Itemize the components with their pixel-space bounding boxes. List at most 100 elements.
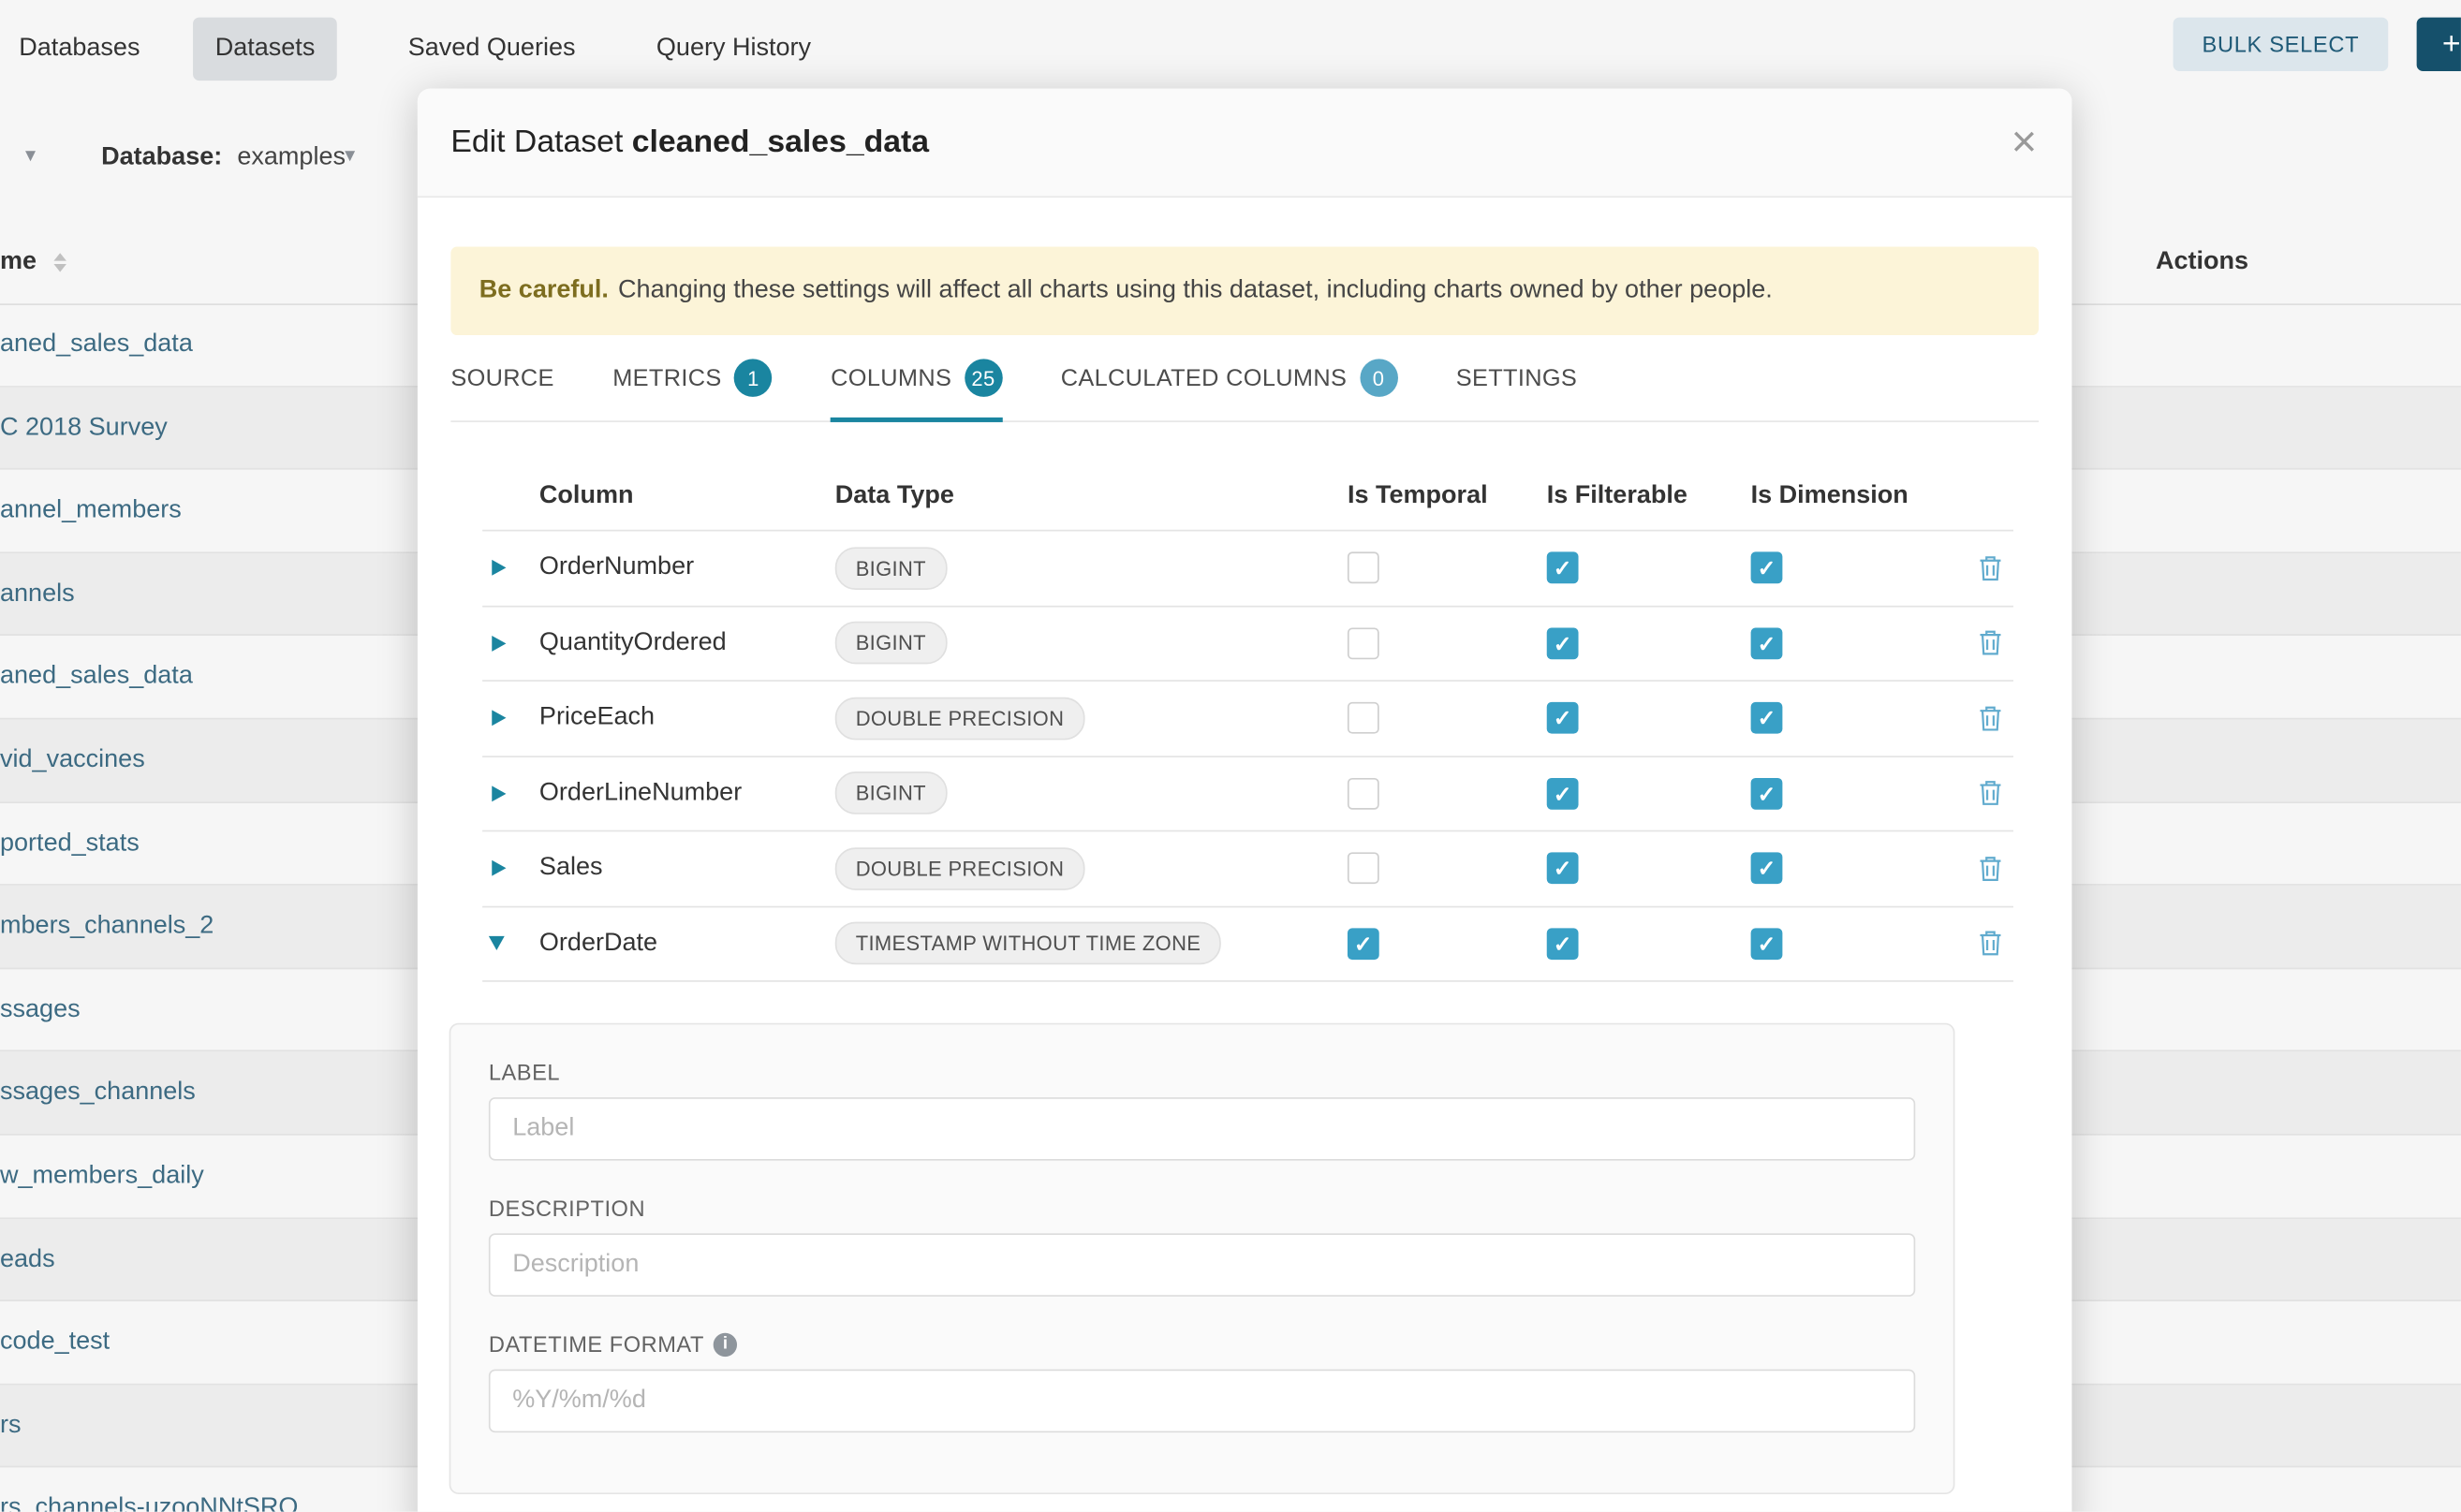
nav-saved-queries[interactable]: Saved Queries <box>408 35 576 63</box>
dataset-link[interactable]: w_members_daily <box>0 1162 204 1189</box>
dataset-link[interactable]: aned_sales_data <box>0 330 193 358</box>
column-row: OrderLineNumber BIGINT <box>482 756 2013 831</box>
data-type-pill: DOUBLE PRECISION <box>835 697 1085 740</box>
dataset-link[interactable]: mbers_channels_2 <box>0 913 214 940</box>
is-filterable-checkbox[interactable] <box>1547 778 1579 810</box>
data-type-header: Data Type <box>835 481 1348 509</box>
dataset-link[interactable]: eads <box>0 1245 55 1272</box>
is-temporal-checkbox[interactable] <box>1348 627 1379 659</box>
is-dimension-checkbox[interactable] <box>1751 853 1783 885</box>
description-input[interactable] <box>489 1233 1915 1297</box>
dataset-link[interactable]: annel_members <box>0 497 182 524</box>
columns-count-badge: 25 <box>965 359 1003 397</box>
is-filterable-checkbox[interactable] <box>1547 853 1579 885</box>
delete-column-button[interactable] <box>1966 630 2013 657</box>
name-column-header: me <box>0 248 37 276</box>
actions-column-header: Actions <box>2156 248 2248 276</box>
is-temporal-checkbox[interactable] <box>1348 552 1379 584</box>
is-temporal-header: Is Temporal <box>1348 481 1547 509</box>
dataset-link[interactable]: rs_channels-uzooNNtSRO <box>0 1495 298 1512</box>
warning-text: Changing these settings will affect all … <box>618 277 1773 305</box>
description-field-label: DESCRIPTION <box>489 1196 1915 1221</box>
modal-title: Edit Dataset cleaned_sales_data <box>450 125 929 161</box>
column-row: OrderNumber BIGINT <box>482 531 2013 606</box>
is-filterable-checkbox[interactable] <box>1547 928 1579 960</box>
column-row: QuantityOrdered BIGINT <box>482 607 2013 682</box>
tab-columns[interactable]: COLUMNS25 <box>831 335 1002 420</box>
delete-column-button[interactable] <box>1966 930 2013 957</box>
calculated-columns-count-badge: 0 <box>1360 359 1398 397</box>
is-temporal-checkbox[interactable] <box>1348 778 1379 810</box>
top-nav: Databases Datasets Saved Queries Query H… <box>0 0 2461 98</box>
nav-query-history[interactable]: Query History <box>656 35 811 63</box>
dataset-link[interactable]: ssages <box>0 996 81 1023</box>
is-temporal-checkbox[interactable] <box>1348 702 1379 734</box>
add-button[interactable]: + <box>2417 18 2461 71</box>
is-dimension-checkbox[interactable] <box>1751 552 1783 584</box>
dataset-link[interactable]: annels <box>0 580 75 607</box>
database-filter-select[interactable]: examples <box>237 144 346 172</box>
sort-icon[interactable] <box>53 253 66 272</box>
dataset-link[interactable]: aned_sales_data <box>0 663 193 690</box>
metrics-count-badge: 1 <box>734 359 773 397</box>
dataset-link[interactable]: C 2018 Survey <box>0 414 168 441</box>
is-filterable-checkbox[interactable] <box>1547 627 1579 659</box>
chevron-down-icon[interactable]: ▾ <box>345 142 355 168</box>
label-input[interactable] <box>489 1097 1915 1161</box>
data-type-pill: DOUBLE PRECISION <box>835 847 1085 890</box>
is-dimension-checkbox[interactable] <box>1751 778 1783 810</box>
is-dimension-checkbox[interactable] <box>1751 702 1783 734</box>
expand-caret-icon[interactable] <box>492 785 506 801</box>
trash-icon <box>1978 780 2001 807</box>
warning-bold-text: Be careful. <box>479 277 609 305</box>
nav-datasets[interactable]: Datasets <box>193 18 337 81</box>
column-name: PriceEach <box>539 704 835 732</box>
warning-banner: Be careful. Changing these settings will… <box>450 246 2039 335</box>
dataset-link[interactable]: ssages_channels <box>0 1079 196 1106</box>
trash-icon <box>1978 705 2001 732</box>
dataset-link[interactable]: code_test <box>0 1329 110 1356</box>
is-temporal-checkbox[interactable] <box>1348 928 1379 960</box>
tab-settings[interactable]: SETTINGS <box>1456 335 1577 420</box>
is-dimension-checkbox[interactable] <box>1751 627 1783 659</box>
column-row: Sales DOUBLE PRECISION <box>482 831 2013 906</box>
data-type-pill: BIGINT <box>835 772 947 815</box>
dataset-link[interactable]: rs <box>0 1412 22 1439</box>
modal-header: Edit Dataset cleaned_sales_data × <box>418 89 2072 198</box>
expand-caret-icon[interactable] <box>492 860 506 876</box>
delete-column-button[interactable] <box>1966 705 2013 732</box>
tab-metrics[interactable]: METRICS1 <box>612 335 772 420</box>
delete-column-button[interactable] <box>1966 855 2013 882</box>
expand-caret-icon[interactable] <box>492 560 506 576</box>
dataset-link[interactable]: ported_stats <box>0 829 140 857</box>
dataset-link[interactable]: vid_vaccines <box>0 746 145 773</box>
column-name: OrderDate <box>539 930 835 958</box>
trash-icon <box>1978 930 2001 957</box>
expand-caret-icon[interactable] <box>492 636 506 652</box>
nav-databases[interactable]: Databases <box>19 35 140 63</box>
bulk-select-button[interactable]: BULK SELECT <box>2174 18 2389 71</box>
trash-icon <box>1978 630 2001 657</box>
chevron-down-icon[interactable]: ▾ <box>25 142 36 168</box>
is-dimension-checkbox[interactable] <box>1751 928 1783 960</box>
datetime-format-input[interactable] <box>489 1370 1915 1433</box>
close-icon[interactable]: × <box>2012 120 2038 164</box>
expand-caret-icon[interactable] <box>489 936 505 950</box>
info-icon[interactable] <box>714 1332 737 1356</box>
columns-table: Column Data Type Is Temporal Is Filterab… <box>482 462 2013 982</box>
datetime-format-field-label: DATETIME FORMAT <box>489 1331 1915 1357</box>
tab-source[interactable]: SOURCE <box>450 335 553 420</box>
delete-column-button[interactable] <box>1966 554 2013 581</box>
is-dimension-header: Is Dimension <box>1751 481 1967 509</box>
delete-column-button[interactable] <box>1966 780 2013 807</box>
is-temporal-checkbox[interactable] <box>1348 853 1379 885</box>
is-filterable-header: Is Filterable <box>1547 481 1751 509</box>
data-type-pill: BIGINT <box>835 547 947 590</box>
database-filter-label: Database: <box>101 144 222 172</box>
trash-icon <box>1978 855 2001 882</box>
column-name: Sales <box>539 854 835 882</box>
tab-calculated-columns[interactable]: CALCULATED COLUMNS0 <box>1061 335 1397 420</box>
expand-caret-icon[interactable] <box>492 711 506 727</box>
is-filterable-checkbox[interactable] <box>1547 702 1579 734</box>
is-filterable-checkbox[interactable] <box>1547 552 1579 584</box>
